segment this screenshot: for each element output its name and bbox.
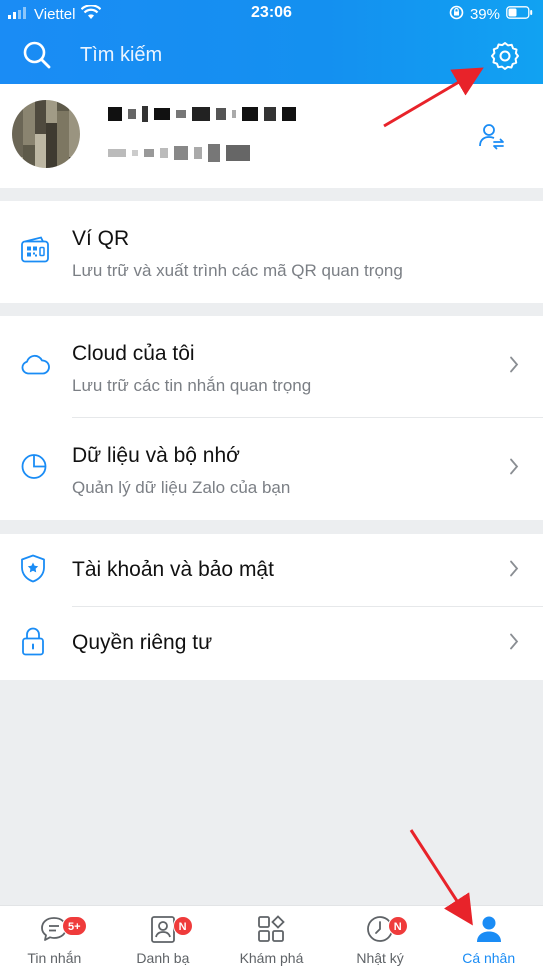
switch-account-icon[interactable] <box>477 122 507 157</box>
qr-wallet-title: Ví QR <box>72 227 130 250</box>
menu-item-cloud[interactable]: Cloud của tôi Lưu trữ các tin nhắn quan … <box>0 316 543 418</box>
profile-name-pixelated <box>108 106 296 122</box>
account-security-title: Tài khoản và bảo mật <box>72 558 274 581</box>
battery-icon <box>506 6 533 23</box>
avatar[interactable] <box>12 100 80 168</box>
cloud-title: Cloud của tôi <box>72 342 195 365</box>
nav-badge: 5+ <box>62 916 87 936</box>
nav-label: Cá nhân <box>462 950 516 966</box>
nav-tab-messages[interactable]: 5+ Tin nhắn <box>0 906 109 969</box>
menu-item-qr-wallet[interactable]: Ví QR Lưu trữ và xuất trình các mã QR qu… <box>0 201 543 303</box>
nav-tab-personal[interactable]: Cá nhân <box>434 906 543 969</box>
menu-item-account-security[interactable]: Tài khoản và bảo mật <box>0 534 543 607</box>
cloud-subtitle: Lưu trữ các tin nhắn quan trọng <box>72 376 312 395</box>
chevron-right-icon <box>509 632 519 655</box>
chevron-right-icon <box>509 356 519 379</box>
qr-wallet-icon <box>20 236 50 269</box>
nav-tab-contacts[interactable]: N Danh bạ <box>109 906 218 969</box>
nav-label: Nhật ký <box>356 950 404 966</box>
battery-percent: 39% <box>469 6 500 23</box>
status-bar: Viettel 23:06 39% <box>0 0 543 28</box>
data-storage-subtitle: Quản lý dữ liệu Zalo của bạn <box>72 478 291 497</box>
contacts-icon <box>149 914 177 949</box>
nav-badge: N <box>172 916 193 936</box>
nav-tab-timeline[interactable]: N Nhật ký <box>326 906 435 969</box>
profile-card[interactable] <box>0 84 543 188</box>
nav-label: Khám phá <box>239 950 304 966</box>
lock-icon <box>20 626 46 661</box>
settings-gear-icon[interactable] <box>489 40 521 77</box>
nav-label: Danh bạ <box>136 950 190 966</box>
search-label[interactable]: Tìm kiếm <box>80 44 162 67</box>
nav-tab-discover[interactable]: Khám phá <box>217 906 326 969</box>
section-security: Tài khoản và bảo mật Quyền riêng tư <box>0 534 543 680</box>
chevron-right-icon <box>509 458 519 481</box>
section-storage: Cloud của tôi Lưu trữ các tin nhắn quan … <box>0 316 543 520</box>
shield-icon <box>20 553 46 588</box>
discover-icon <box>256 914 286 949</box>
menu-item-privacy[interactable]: Quyền riêng tư <box>0 607 543 680</box>
nav-label: Tin nhắn <box>27 950 82 966</box>
privacy-title: Quyền riêng tư <box>72 631 213 654</box>
menu-item-data-storage[interactable]: Dữ liệu và bộ nhớ Quản lý dữ liệu Zalo c… <box>0 418 543 520</box>
search-bar[interactable]: Tìm kiếm <box>0 36 543 76</box>
search-icon[interactable] <box>22 40 52 75</box>
section-qr: Ví QR Lưu trữ và xuất trình các mã QR qu… <box>0 201 543 303</box>
bottom-navigation: 5+ Tin nhắn N Danh bạ Khám phá N Nhật ký… <box>0 905 543 969</box>
chevron-right-icon <box>509 559 519 582</box>
profile-subtitle-pixelated <box>108 144 250 162</box>
qr-wallet-subtitle: Lưu trữ và xuất trình các mã QR quan trọ… <box>72 261 403 280</box>
person-icon <box>474 914 504 949</box>
nav-badge: N <box>387 916 408 936</box>
pie-chart-icon <box>20 453 48 486</box>
data-storage-title: Dữ liệu và bộ nhớ <box>72 444 240 467</box>
rotation-lock-icon <box>449 5 464 24</box>
cloud-icon <box>20 354 50 381</box>
app-header: Viettel 23:06 39% Tìm kiếm <box>0 0 543 84</box>
